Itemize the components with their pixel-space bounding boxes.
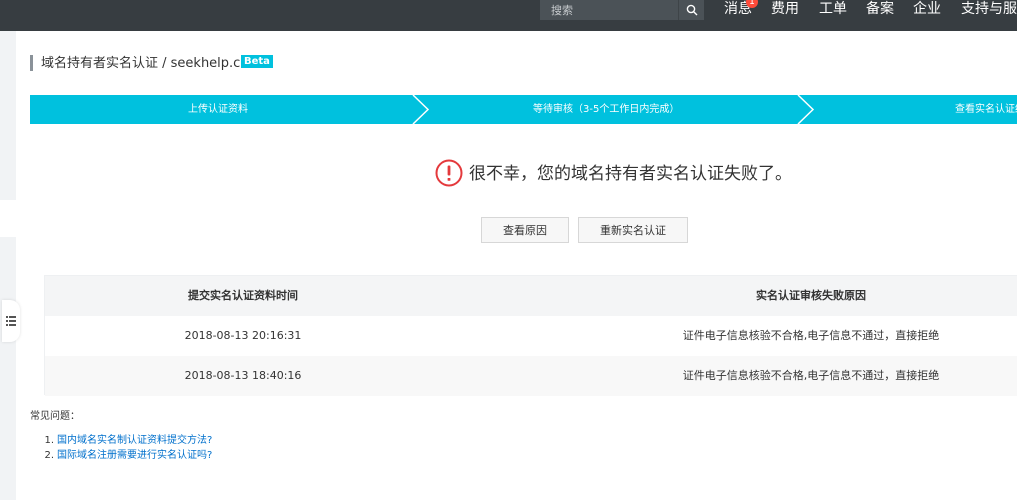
submit-time-cell: 2018-08-13 20:16:31 xyxy=(184,329,302,342)
search-input[interactable] xyxy=(540,0,678,20)
column-header-submit-time: 提交实名认证资料时间 xyxy=(188,289,298,302)
fail-reason-cell: 证件电子信息核验不合格,电子信息不通过，直接拒绝 xyxy=(682,369,940,382)
verification-records-table: 提交实名认证资料时间 实名认证审核失败原因 2018-08-13 20:16:3… xyxy=(44,275,1017,396)
top-navigation-bar: 消息 1 费用 工单 备案 企业 支持与服务 xyxy=(0,0,1017,31)
title-accent-bar xyxy=(30,55,33,71)
faq-item: 1. 国内域名实名制认证资料提交方法? xyxy=(30,433,212,448)
sidebar-toggle[interactable] xyxy=(2,300,20,342)
resubmit-button[interactable]: 重新实名认证 xyxy=(578,217,688,243)
step-review: 等待审核（3-5个工作日内完成） xyxy=(533,104,680,115)
nav-billing[interactable]: 费用 xyxy=(771,0,799,20)
search-icon xyxy=(686,4,697,16)
result-message: 很不幸，您的域名持有者实名认证失败了。 xyxy=(469,164,792,184)
sidebar-gap xyxy=(0,200,16,237)
error-icon xyxy=(435,159,463,187)
page-title: 域名持有者实名认证 / seekhelp.cn xyxy=(41,56,249,71)
nav-tickets[interactable]: 工单 xyxy=(819,0,847,20)
faq-number: 2. xyxy=(44,450,54,461)
nav-support[interactable]: 支持与服务 xyxy=(961,0,1017,20)
faq-link-international[interactable]: 国际域名注册需要进行实名认证吗? xyxy=(57,450,212,461)
faq-item: 2. 国际域名注册需要进行实名认证吗? xyxy=(30,448,212,463)
view-reason-button[interactable]: 查看原因 xyxy=(481,217,569,243)
menu-icon xyxy=(6,316,16,326)
progress-steps: 上传认证资料 等待审核（3-5个工作日内完成） 查看实名认证结果 xyxy=(30,95,1017,124)
table-header-row: 提交实名认证资料时间 实名认证审核失败原因 xyxy=(45,276,1017,316)
messages-badge: 1 xyxy=(746,0,758,8)
fail-reason-cell: 证件电子信息核验不合格,电子信息不通过，直接拒绝 xyxy=(682,329,940,342)
table-row: 2018-08-13 18:40:16 证件电子信息核验不合格,电子信息不通过，… xyxy=(45,356,1017,396)
step-upload: 上传认证资料 xyxy=(188,104,248,115)
faq-number: 1. xyxy=(44,435,54,446)
step-separators xyxy=(412,95,815,124)
table-row: 2018-08-13 20:16:31 证件电子信息核验不合格,电子信息不通过，… xyxy=(45,316,1017,356)
faq-title: 常见问题： xyxy=(30,411,80,422)
search-button[interactable] xyxy=(678,0,704,20)
submit-time-cell: 2018-08-13 18:40:16 xyxy=(184,369,302,382)
nav-enterprise[interactable]: 企业 xyxy=(913,0,941,20)
nav-icp-filing[interactable]: 备案 xyxy=(866,0,894,20)
step-result: 查看实名认证结果 xyxy=(955,104,1017,115)
faq-list: 1. 国内域名实名制认证资料提交方法? 2. 国际域名注册需要进行实名认证吗? xyxy=(30,433,212,463)
column-header-fail-reason: 实名认证审核失败原因 xyxy=(756,289,866,302)
beta-badge: Beta xyxy=(241,55,273,68)
sidebar-collapsed xyxy=(0,31,16,500)
faq-link-domestic[interactable]: 国内域名实名制认证资料提交方法? xyxy=(57,435,212,446)
